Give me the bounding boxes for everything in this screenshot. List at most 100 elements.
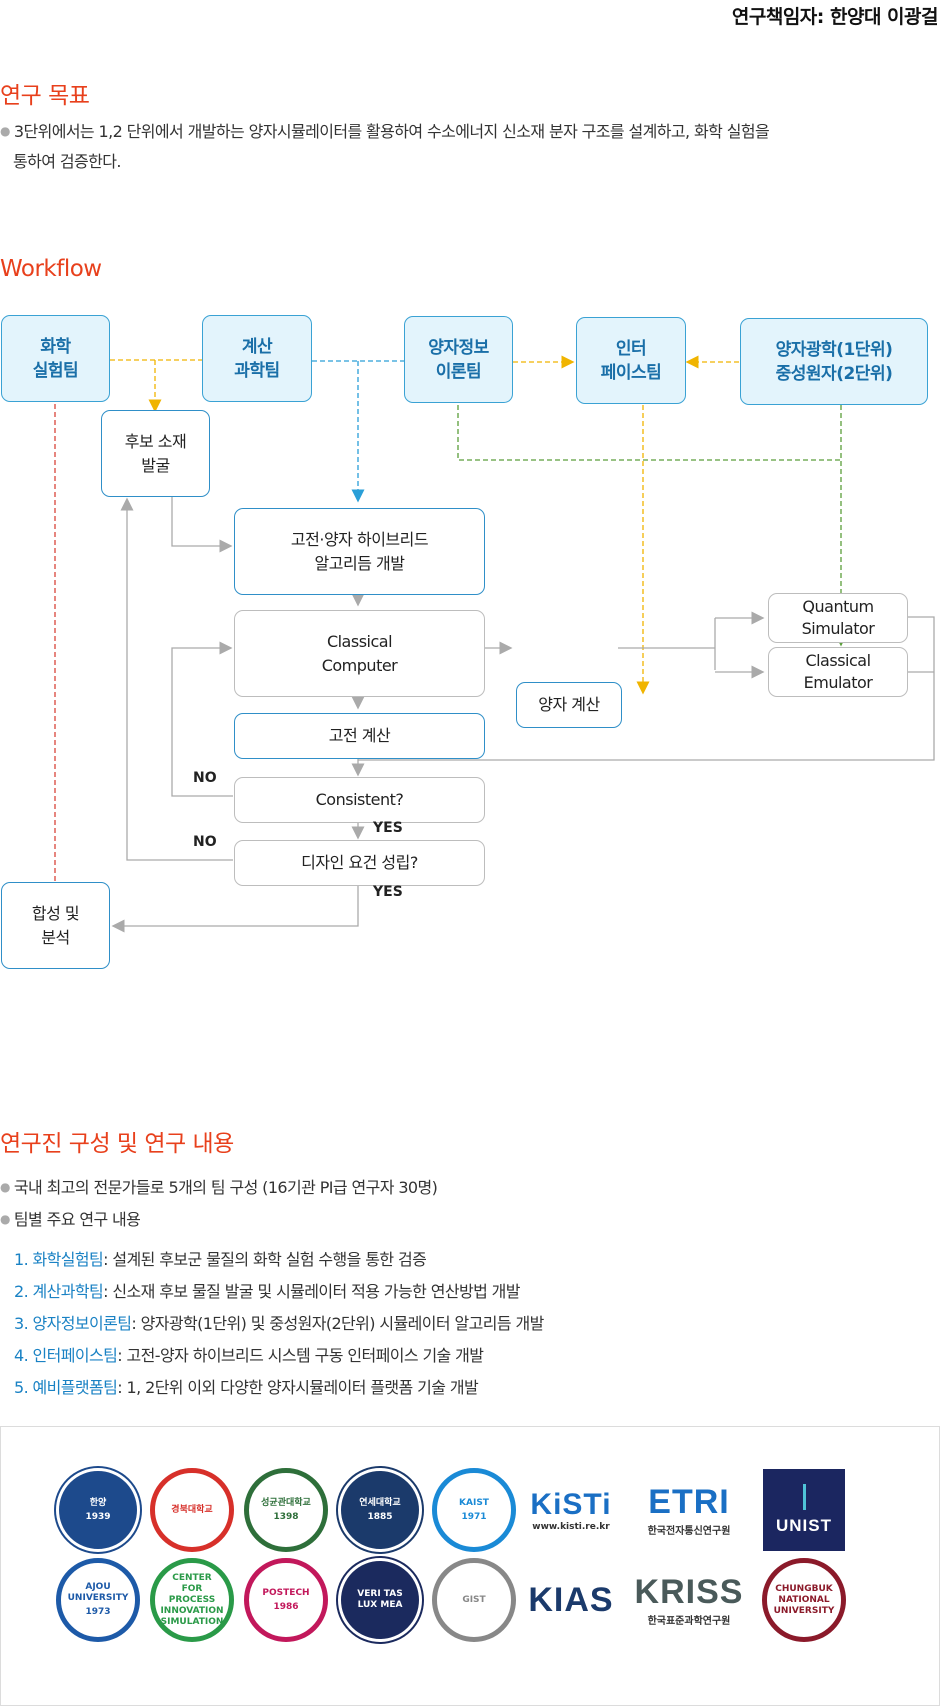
team-name: 2. 계산과학팀 — [14, 1282, 104, 1301]
team-qopt-line2: 중성원자(2단위) — [775, 363, 893, 384]
design-label: 디자인 요건 성립? — [301, 853, 418, 872]
classical-calc-label: 고전 계산 — [328, 726, 391, 745]
team-desc: : 신소재 후보 물질 발굴 및 시뮬레이터 적용 가능한 연산방법 개발 — [103, 1282, 520, 1301]
team-desc: : 설계된 후보군 물질의 화학 실험 수행을 통한 검증 — [103, 1250, 427, 1269]
quantum-sim-line2: Simulator — [801, 619, 875, 638]
kaist-emblem: KAIST 1971 — [432, 1468, 516, 1552]
node-classical-computer[interactable]: Classical Computer — [234, 610, 485, 697]
team-computational-science[interactable]: 계산과학팀 — [202, 315, 312, 402]
label-yes-consistent: YES — [373, 820, 403, 836]
classical-computer-line1: Classical — [326, 631, 393, 651]
candidate-line2: 발굴 — [141, 455, 170, 475]
ajou-emblem: AJOU UNIVERSITY 1973 — [56, 1558, 140, 1642]
goal-text-line2: 통하여 검증한다. — [13, 152, 121, 171]
synthesis-line2: 분석 — [41, 927, 70, 947]
team-desc: : 1, 2단위 이외 다양한 양자시뮬레이터 플랫폼 기술 개발 — [117, 1378, 479, 1397]
logo-hanyang: 한양 1939 — [55, 1467, 141, 1553]
logo-kisti: KiSTi www.kisti.re.kr — [525, 1467, 617, 1553]
team-iface-line2: 페이스팀 — [600, 362, 662, 383]
team-name: 3. 양자정보이론팀 — [14, 1314, 132, 1333]
workflow-title: Workflow — [0, 256, 102, 282]
logo-kyungpook: 경북대학교 — [149, 1467, 235, 1553]
node-design-requirement-check[interactable]: 디자인 요건 성립? — [234, 840, 485, 886]
node-classical-emulator[interactable]: Classical Emulator — [768, 647, 908, 697]
yonsei-emblem: 연세대학교 1885 — [338, 1468, 422, 1552]
kriss-subtitle: 한국표준과학연구원 — [647, 1616, 731, 1627]
logo-kriss: KRISS 한국표준과학연구원 — [625, 1557, 753, 1643]
candidate-line1: 후보 소재 — [124, 431, 187, 451]
kias-wordmark: KIAS — [528, 1580, 614, 1619]
logo-etri: ETRI 한국전자통신연구원 — [625, 1467, 753, 1553]
etri-wordmark: ETRI — [648, 1483, 730, 1521]
unist-mark: UNIST — [763, 1469, 845, 1551]
kyungpook-emblem: 경북대학교 — [150, 1468, 234, 1552]
logo-ajou: AJOU UNIVERSITY 1973 — [55, 1557, 141, 1643]
team-chem-line1: 화학 — [40, 336, 71, 357]
team-name: 5. 예비플랫폼팀 — [14, 1378, 118, 1397]
label-no-design: NO — [193, 834, 217, 850]
logo-row-1: 한양 1939 경북대학교 성균관대학교 1398 연세대학교 1885 KAIST 1971 K… — [55, 1467, 847, 1553]
team-list-item: 3. 양자정보이론팀: 양자광학(1단위) 및 중성원자(2단위) 시뮬레이터 … — [14, 1308, 544, 1340]
classical-computer-line2: Computer — [321, 655, 398, 675]
team-list-item: 5. 예비플랫폼팀: 1, 2단위 이외 다양한 양자시뮬레이터 플랫폼 기술 … — [14, 1372, 544, 1404]
team-list-item: 1. 화학실험팀: 설계된 후보군 물질의 화학 실험 수행을 통한 검증 — [14, 1244, 544, 1276]
gist-emblem: GIST — [432, 1558, 516, 1642]
team-interface[interactable]: 인터페이스팀 — [576, 317, 686, 404]
postech-emblem: POSTECH 1986 — [244, 1558, 328, 1642]
chem-to-candidate-connector — [110, 359, 202, 413]
bullet-dot: ● — [0, 124, 10, 138]
logo-cpis: CENTER FOR PROCESS INNOVATION SIMULATION — [149, 1557, 235, 1643]
logo-snu: VERI TAS LUX MEA — [337, 1557, 423, 1643]
goal-text-line1: 3단위에서는 1,2 단위에서 개발하는 양자시뮬레이터를 활용하여 수소에너지… — [13, 122, 770, 141]
hybrid-line1: 고전·양자 하이브리드 — [290, 529, 429, 549]
research-bullet-2: ● 팀별 주요 연구 내용 — [0, 1204, 141, 1235]
consistent-label: Consistent? — [315, 790, 404, 809]
bullet-dot: ● — [0, 1180, 10, 1194]
team-chemistry-experiment[interactable]: 화학 실험팀 — [1, 315, 110, 402]
team-comp-line1: 계산 — [241, 336, 273, 357]
team-name: 1. 화학실험팀 — [14, 1250, 104, 1269]
team-list-item: 4. 인터페이스팀: 고전-양자 하이브리드 시스템 구동 인터페이스 기술 개… — [14, 1340, 544, 1372]
team-list: 1. 화학실험팀: 설계된 후보군 물질의 화학 실험 수행을 통한 검증 2.… — [14, 1244, 544, 1404]
team-quantum-optics-neutral-atom[interactable]: 양자광학(1단위) 중성원자(2단위) — [740, 318, 928, 405]
node-candidate-discovery[interactable]: 후보 소재발굴 — [101, 410, 210, 497]
team-qinfo-line1: 양자정보 — [428, 337, 489, 358]
comp-to-hybrid-connector — [312, 360, 404, 503]
cpis-emblem: CENTER FOR PROCESS INNOVATION SIMULATION — [150, 1558, 234, 1642]
node-classical-calculation[interactable]: 고전 계산 — [234, 713, 485, 759]
team-list-item: 2. 계산과학팀: 신소재 후보 물질 발굴 및 시뮬레이터 적용 가능한 연산… — [14, 1276, 544, 1308]
skku-emblem: 성균관대학교 1398 — [244, 1468, 328, 1552]
research-bullet-1-text: 국내 최고의 전문가들로 5개의 팀 구성 (16기관 PI급 연구자 30명) — [13, 1178, 438, 1197]
workflow-diagram: 화학 실험팀 계산과학팀 양자정보이론팀 인터페이스팀 양자광학(1단위) 중성원자… — [0, 310, 940, 1050]
node-hybrid-algorithm[interactable]: 고전·양자 하이브리드알고리듬 개발 — [234, 508, 485, 595]
chungbuk-emblem: CHUNGBUK NATIONAL UNIVERSITY — [762, 1558, 846, 1642]
logo-skku: 성균관대학교 1398 — [243, 1467, 329, 1553]
logo-yonsei: 연세대학교 1885 — [337, 1467, 423, 1553]
logo-postech: POSTECH 1986 — [243, 1557, 329, 1643]
etri-subtitle: 한국전자통신연구원 — [647, 1526, 731, 1537]
label-no-consistent: NO — [193, 770, 217, 786]
team-quantum-info-theory[interactable]: 양자정보이론팀 — [404, 316, 513, 403]
research-bullet-1: ● 국내 최고의 전문가들로 5개의 팀 구성 (16기관 PI급 연구자 30명… — [0, 1172, 438, 1203]
node-consistent-check[interactable]: Consistent? — [234, 777, 485, 823]
team-comp-line2: 과학팀 — [234, 360, 280, 381]
research-bullet-2-text: 팀별 주요 연구 내용 — [13, 1210, 141, 1229]
kisti-subtitle: www.kisti.re.kr — [532, 1522, 610, 1532]
logo-gist: GIST — [431, 1557, 517, 1643]
research-title: 연구진 구성 및 연구 내용 — [0, 1131, 234, 1157]
logo-kias: KIAS — [525, 1557, 617, 1643]
principal-investigator: 연구책임자: 한양대 이광걸 — [731, 6, 939, 28]
team-iface-line1: 인터 — [615, 338, 647, 359]
logo-unist: UNIST — [761, 1467, 847, 1553]
node-quantum-calculation[interactable]: 양자 계산 — [516, 682, 622, 728]
logo-row-2: AJOU UNIVERSITY 1973 CENTER FOR PROCESS IN… — [55, 1557, 847, 1643]
team-qinfo-line2: 이론팀 — [435, 361, 482, 382]
team-desc: : 고전-양자 하이브리드 시스템 구동 인터페이스 기술 개발 — [117, 1346, 484, 1365]
node-synthesis-analysis[interactable]: 합성 및 분석 — [1, 882, 110, 969]
bullet-dot: ● — [0, 1212, 10, 1226]
hybrid-line2: 알고리듬 개발 — [314, 553, 405, 573]
quantum-sim-line1: Quantum — [802, 597, 874, 616]
node-quantum-simulator[interactable]: Quantum Simulator — [768, 593, 908, 643]
team-qopt-line1: 양자광학(1단위) — [775, 339, 893, 360]
label-yes-design: YES — [373, 884, 403, 900]
